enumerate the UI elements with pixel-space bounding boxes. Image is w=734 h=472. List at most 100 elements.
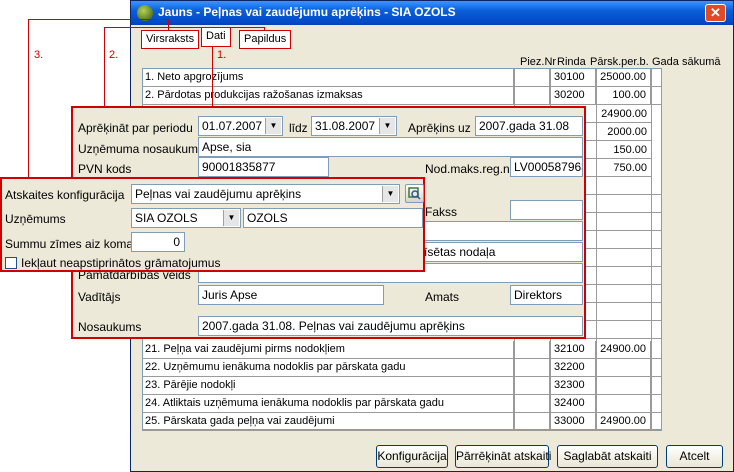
tab-papildus[interactable]: Papildus xyxy=(239,30,292,49)
aprekins-uz-label: Aprēķins uz xyxy=(408,121,471,135)
nodmaks-label: Nod.maks.reg.nr. xyxy=(425,162,517,176)
checkbox-label: Iekļaut neapstiprinātos grāmatojumus xyxy=(21,256,221,270)
fakss-field[interactable] xyxy=(510,200,583,220)
nosaukums-field[interactable]: 2007.gada 31.08. Peļnas vai zaudējumu ap… xyxy=(198,316,583,336)
close-button[interactable]: ✕ xyxy=(705,4,726,22)
annotation-label-3: 3. xyxy=(34,49,44,61)
row-name: 24. Atliktais uzņēmuma ienākuma nodoklis… xyxy=(142,395,514,412)
grid-cell[interactable] xyxy=(586,177,662,195)
uznemums-dropdown[interactable]: SIA OZOLS ▼ xyxy=(131,208,241,228)
partial-field[interactable] xyxy=(420,221,583,241)
chevron-down-icon[interactable]: ▼ xyxy=(265,118,281,134)
row-rinda: 32100 xyxy=(550,341,596,358)
row-piez[interactable] xyxy=(514,377,550,394)
include-unapproved-checkbox[interactable] xyxy=(5,257,17,269)
konfig-label: Atskaites konfigurācija xyxy=(5,188,125,202)
grid-cell[interactable] xyxy=(586,321,662,339)
row-gada[interactable] xyxy=(651,341,662,358)
chevron-down-icon[interactable]: ▼ xyxy=(382,186,398,202)
vaditajs-field[interactable]: Juris Apse xyxy=(198,285,384,305)
nodala-field[interactable]: īsētas nodaļa xyxy=(420,242,583,262)
row-value[interactable]: 150.00 xyxy=(586,141,651,159)
row-piez[interactable] xyxy=(514,413,550,430)
aprekinat-label: Aprēķināt par periodu xyxy=(78,121,193,135)
nosaukums-label: Nosaukums xyxy=(78,320,142,334)
grid-cell[interactable] xyxy=(586,285,662,303)
chevron-down-icon[interactable]: ▼ xyxy=(223,210,239,226)
row-value[interactable]: 24900.00 xyxy=(596,413,651,430)
grid-cell[interactable] xyxy=(586,195,662,213)
annotation-line xyxy=(104,27,105,107)
col-header-gada: Gada sākumā xyxy=(652,56,721,68)
table-row[interactable]: 2. Pārdotas produkcijas ražošanas izmaks… xyxy=(142,87,662,105)
table-row[interactable]: 25. Pārskata gada peļņa vai zaudējumi 33… xyxy=(142,413,662,431)
row-gada[interactable] xyxy=(651,87,662,104)
grid-cell[interactable] xyxy=(586,213,662,231)
summu-field[interactable]: 0 xyxy=(131,232,185,252)
row-value[interactable] xyxy=(596,395,651,412)
annotation-line xyxy=(212,46,213,106)
annotation-line xyxy=(168,19,169,31)
pvn-field[interactable]: 90001835877 xyxy=(198,157,329,177)
row-value[interactable]: 750.00 xyxy=(586,159,651,177)
table-row[interactable]: 24. Atliktais uzņēmuma ienākuma nodoklis… xyxy=(142,395,662,413)
row-piez[interactable] xyxy=(514,69,550,86)
konfiguracija-button[interactable]: Konfigurācija xyxy=(376,445,448,468)
row-piez[interactable] xyxy=(514,395,550,412)
annotation-label-1: 1. xyxy=(217,49,227,61)
konfig-dropdown[interactable]: Peļnas vai zaudējumu aprēķins ▼ xyxy=(131,184,400,204)
row-piez[interactable] xyxy=(514,87,550,104)
grid-cell[interactable] xyxy=(586,231,662,249)
row-gada[interactable] xyxy=(651,69,662,86)
uznemuma-label: Uzņēmuma nosaukums xyxy=(78,142,205,156)
date-from-picker[interactable]: 01.07.2007 ▼ xyxy=(198,116,283,136)
lidz-label: līdz xyxy=(289,121,308,135)
table-row[interactable]: 22. Uzņēmumu ienākuma nodoklis par pārsk… xyxy=(142,359,662,377)
row-rinda: 32200 xyxy=(550,359,596,376)
row-piez[interactable] xyxy=(514,341,550,358)
row-name: 21. Peļņa vai zaudējumi pirms nodokļiem xyxy=(142,341,514,358)
row-value[interactable]: 2000.00 xyxy=(586,123,651,141)
row-gada[interactable] xyxy=(651,377,662,394)
row-piez[interactable] xyxy=(514,359,550,376)
table-row[interactable]: 23. Pārējie nodokļi 32300 xyxy=(142,377,662,395)
row-value[interactable] xyxy=(596,377,651,394)
row-rinda: 33000 xyxy=(550,413,596,430)
grid-cell[interactable] xyxy=(586,249,662,267)
chevron-down-icon[interactable]: ▼ xyxy=(379,118,395,134)
tab-virsraksts[interactable]: Virsraksts xyxy=(141,30,200,49)
row-value[interactable] xyxy=(596,359,651,376)
search-button[interactable] xyxy=(405,184,424,203)
row-value[interactable]: 24900.00 xyxy=(596,341,651,358)
date-to-picker[interactable]: 31.08.2007 ▼ xyxy=(311,116,397,136)
table-row[interactable]: 1. Neto apgrozījums 30100 25000.00 xyxy=(142,69,662,87)
grid-cell[interactable] xyxy=(586,303,662,321)
row-rinda: 30200 xyxy=(550,87,596,104)
grid-cell[interactable] xyxy=(586,267,662,285)
row-value[interactable]: 100.00 xyxy=(596,87,651,104)
row-gada[interactable] xyxy=(651,359,662,376)
row-gada[interactable] xyxy=(651,395,662,412)
parrekinat-button[interactable]: Pārrēķināt atskaiti xyxy=(455,445,551,468)
saglabat-button[interactable]: Saglabāt atskaiti xyxy=(557,445,658,468)
annotation-line xyxy=(104,27,265,28)
row-value[interactable]: 25000.00 xyxy=(596,69,651,86)
row-name: 1. Neto apgrozījums xyxy=(142,69,514,86)
amats-field[interactable]: Direktors xyxy=(510,285,583,305)
summu-label: Summu zīmes aiz komata xyxy=(5,237,144,251)
aprekins-uz-field[interactable]: 2007.gada 31.08 xyxy=(475,116,583,136)
row-rinda: 32400 xyxy=(550,395,596,412)
annotation-label-2: 2. xyxy=(109,49,119,61)
uznemuma-field[interactable]: Apse, sia xyxy=(198,137,583,157)
col-header-parsk: Pārsk.per.b. xyxy=(590,56,649,68)
row-name: 2. Pārdotas produkcijas ražošanas izmaks… xyxy=(142,87,514,104)
atcelt-button[interactable]: Atcelt xyxy=(666,445,723,468)
tab-dati[interactable]: Dati xyxy=(201,27,231,47)
amats-label: Amats xyxy=(425,290,460,304)
nodmaks-field[interactable]: LV000587963 xyxy=(510,157,583,177)
col-header-rinda: Rinda xyxy=(557,56,586,68)
row-value[interactable]: 24900.00 xyxy=(586,105,651,123)
annotation-line xyxy=(264,27,265,31)
row-gada[interactable] xyxy=(651,413,662,430)
table-row[interactable]: 21. Peļņa vai zaudējumi pirms nodokļiem … xyxy=(142,341,662,359)
